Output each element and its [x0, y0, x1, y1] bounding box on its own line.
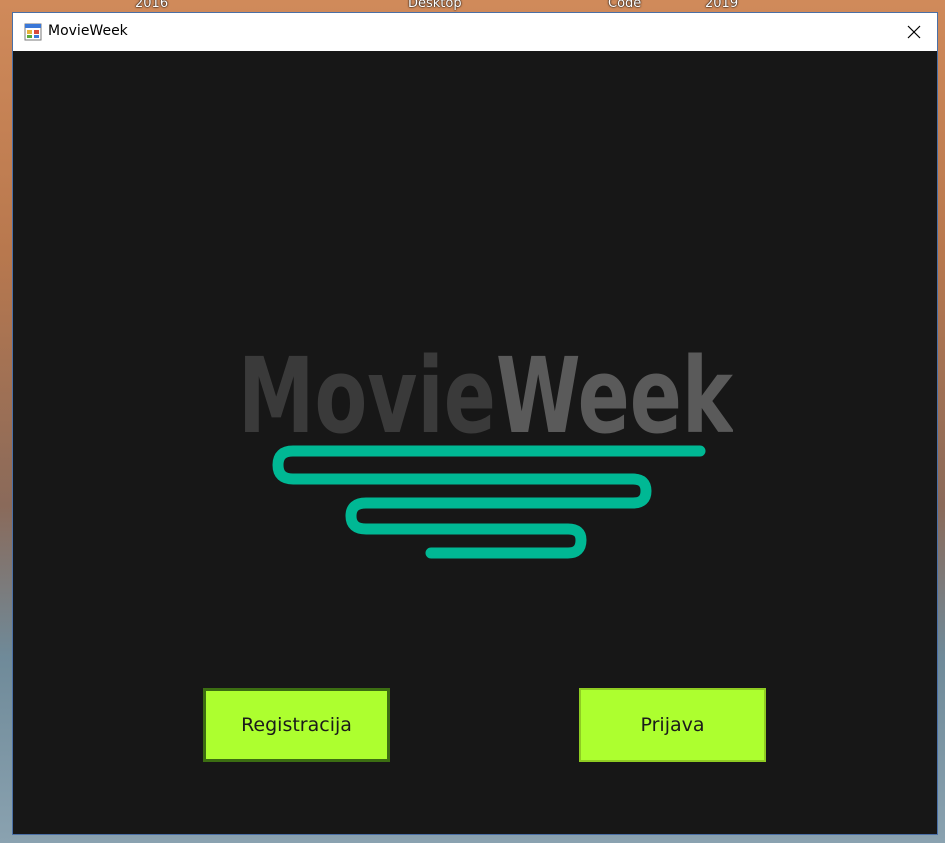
- login-button[interactable]: Prijava: [579, 688, 766, 762]
- desktop-icon-label-code[interactable]: Code: [608, 0, 641, 11]
- desktop-icon-label-desktop[interactable]: Desktop: [408, 0, 462, 11]
- title-bar[interactable]: MovieWeek: [13, 13, 937, 51]
- logo-wave-icon: [272, 445, 706, 559]
- close-icon: [907, 25, 921, 39]
- window-title: MovieWeek: [48, 23, 128, 39]
- desktop-icon-label-2019[interactable]: 2019: [705, 0, 738, 11]
- movieweek-logo: MovieWeek: [238, 335, 733, 559]
- svg-text:MovieWeek: MovieWeek: [238, 335, 733, 457]
- logo-text-movie: Movie: [238, 335, 496, 457]
- app-window: MovieWeek MovieWeek Registracija Prijava: [12, 12, 938, 835]
- logo-text-week: Week: [496, 335, 733, 457]
- close-button[interactable]: [891, 13, 937, 51]
- main-panel: MovieWeek Registracija Prijava: [13, 51, 937, 834]
- register-button[interactable]: Registracija: [203, 688, 390, 762]
- app-forms-icon: [24, 23, 42, 41]
- desktop-icon-label-2016[interactable]: 2016: [135, 0, 168, 11]
